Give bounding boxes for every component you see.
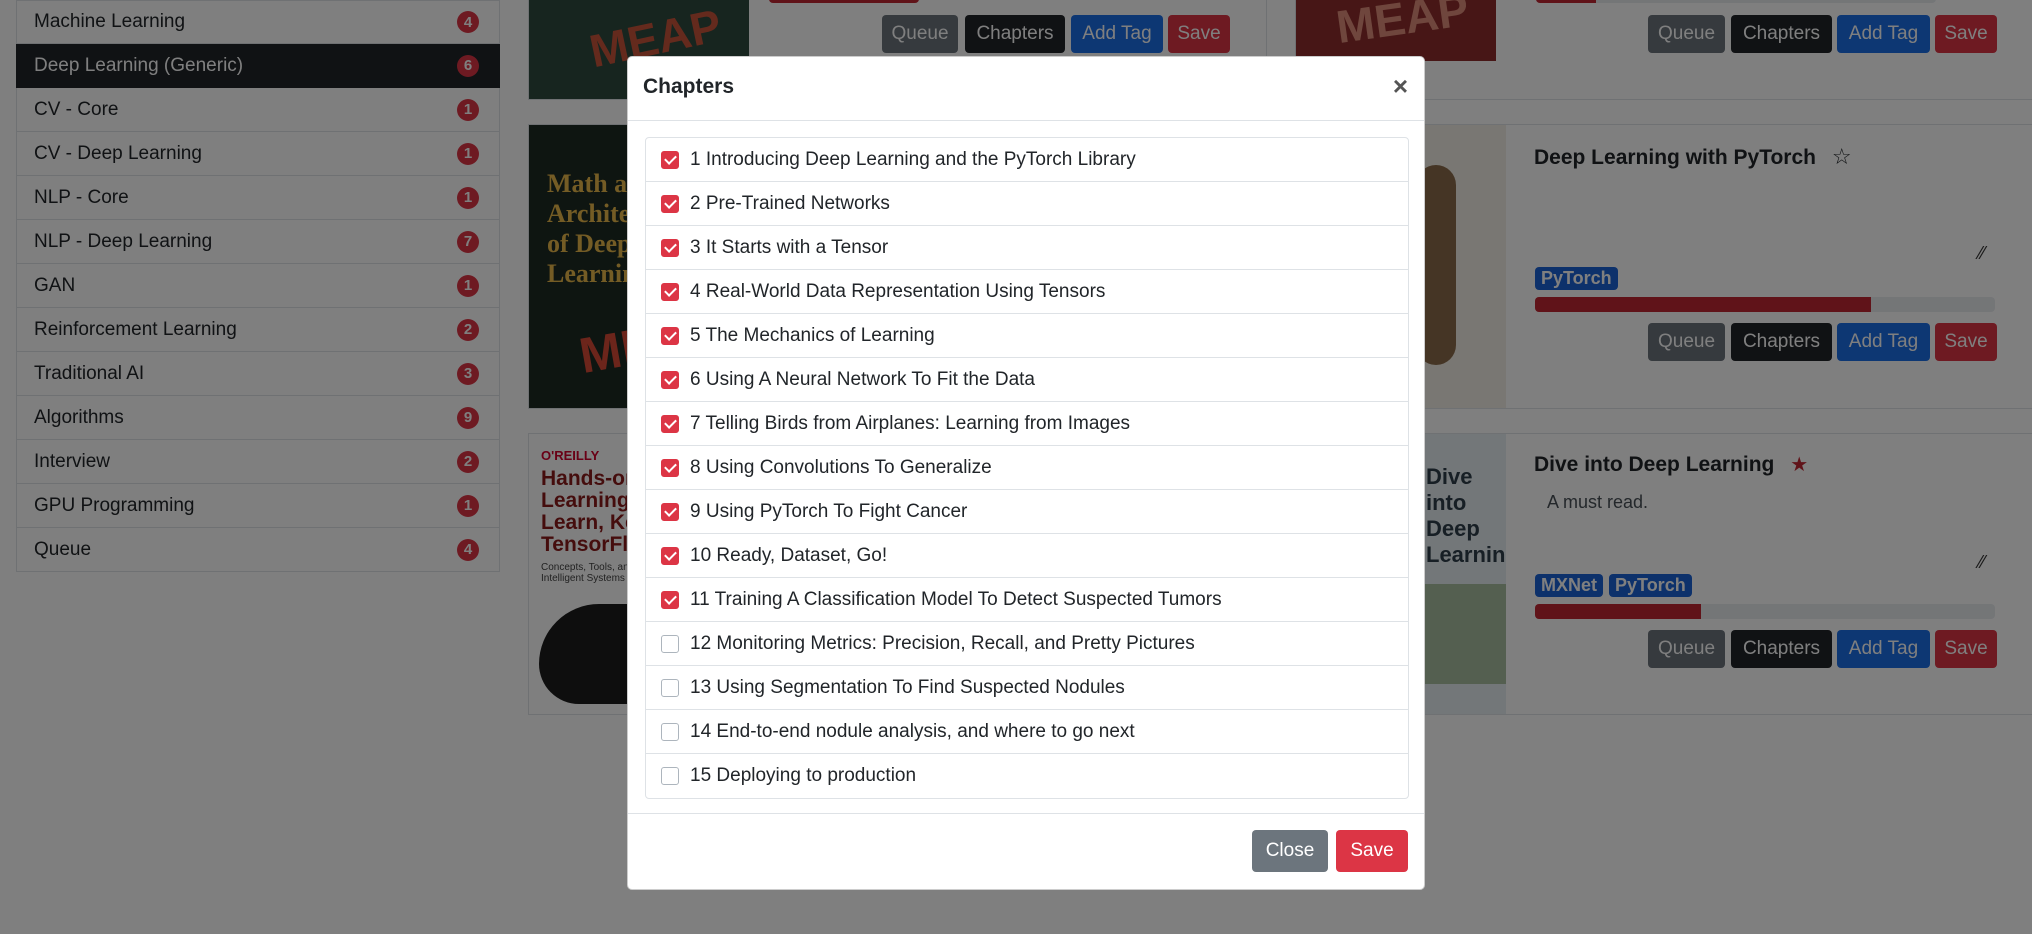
checkbox-checked[interactable]	[661, 282, 679, 301]
chapter-label: 12 Monitoring Metrics: Precision, Recall…	[690, 632, 1195, 654]
chapter-item[interactable]: 12 Monitoring Metrics: Precision, Recall…	[646, 622, 1408, 666]
chapter-label: 9 Using PyTorch To Fight Cancer	[690, 500, 968, 522]
checkbox-unchecked[interactable]	[661, 634, 679, 653]
chapter-item[interactable]: 1 Introducing Deep Learning and the PyTo…	[646, 138, 1408, 182]
chapters-modal: Chapters × 1 Introducing Deep Learning a…	[627, 56, 1425, 890]
close-icon[interactable]: ×	[1393, 71, 1408, 102]
modal-header: Chapters ×	[628, 57, 1424, 121]
checkbox-checked[interactable]	[661, 414, 679, 433]
checkbox-checked[interactable]	[661, 590, 679, 609]
checkbox-unchecked[interactable]	[661, 722, 679, 741]
modal-footer: Close Save	[628, 813, 1424, 889]
checkbox-unchecked[interactable]	[661, 678, 679, 697]
chapter-item[interactable]: 6 Using A Neural Network To Fit the Data	[646, 358, 1408, 402]
chapter-list: 1 Introducing Deep Learning and the PyTo…	[645, 137, 1409, 799]
chapter-label: 7 Telling Birds from Airplanes: Learning…	[690, 412, 1131, 434]
checkbox-checked[interactable]	[661, 150, 679, 169]
chapter-item[interactable]: 4 Real-World Data Representation Using T…	[646, 270, 1408, 314]
chapter-label: 10 Ready, Dataset, Go!	[690, 544, 888, 566]
chapter-label: 15 Deploying to production	[690, 765, 917, 786]
checkbox-checked[interactable]	[661, 546, 679, 565]
chapter-label: 13 Using Segmentation To Find Suspected …	[690, 676, 1125, 698]
checkbox-checked[interactable]	[661, 370, 679, 389]
chapter-label: 2 Pre-Trained Networks	[690, 192, 890, 214]
chapter-label: 4 Real-World Data Representation Using T…	[690, 280, 1106, 302]
chapter-item[interactable]: 7 Telling Birds from Airplanes: Learning…	[646, 402, 1408, 446]
checkbox-checked[interactable]	[661, 326, 679, 345]
chapter-label: 8 Using Convolutions To Generalize	[690, 456, 992, 478]
chapter-item[interactable]: 11 Training A Classification Model To De…	[646, 578, 1408, 622]
chapter-label: 11 Training A Classification Model To De…	[690, 588, 1222, 610]
chapter-item[interactable]: 14 End-to-end nodule analysis, and where…	[646, 710, 1408, 754]
chapter-item[interactable]: 13 Using Segmentation To Find Suspected …	[646, 666, 1408, 710]
chapter-item[interactable]: 9 Using PyTorch To Fight Cancer	[646, 490, 1408, 534]
chapter-label: 1 Introducing Deep Learning and the PyTo…	[690, 148, 1136, 170]
chapter-item[interactable]: 5 The Mechanics of Learning	[646, 314, 1408, 358]
save-button[interactable]: Save	[1336, 830, 1408, 872]
checkbox-checked[interactable]	[661, 458, 679, 477]
chapter-label: 3 It Starts with a Tensor	[690, 236, 889, 258]
chapter-item[interactable]: 15 Deploying to production	[646, 754, 1408, 798]
chapter-label: 6 Using A Neural Network To Fit the Data	[690, 368, 1035, 390]
chapter-item[interactable]: 2 Pre-Trained Networks	[646, 182, 1408, 226]
chapter-item[interactable]: 10 Ready, Dataset, Go!	[646, 534, 1408, 578]
chapter-label: 14 End-to-end nodule analysis, and where…	[690, 720, 1135, 742]
chapter-item[interactable]: 3 It Starts with a Tensor	[646, 226, 1408, 270]
checkbox-checked[interactable]	[661, 502, 679, 521]
checkbox-unchecked[interactable]	[661, 767, 679, 785]
checkbox-checked[interactable]	[661, 238, 679, 257]
chapter-item[interactable]: 8 Using Convolutions To Generalize	[646, 446, 1408, 490]
close-button[interactable]: Close	[1252, 830, 1328, 872]
checkbox-checked[interactable]	[661, 194, 679, 213]
modal-title: Chapters	[643, 75, 735, 98]
chapter-label: 5 The Mechanics of Learning	[690, 324, 935, 346]
